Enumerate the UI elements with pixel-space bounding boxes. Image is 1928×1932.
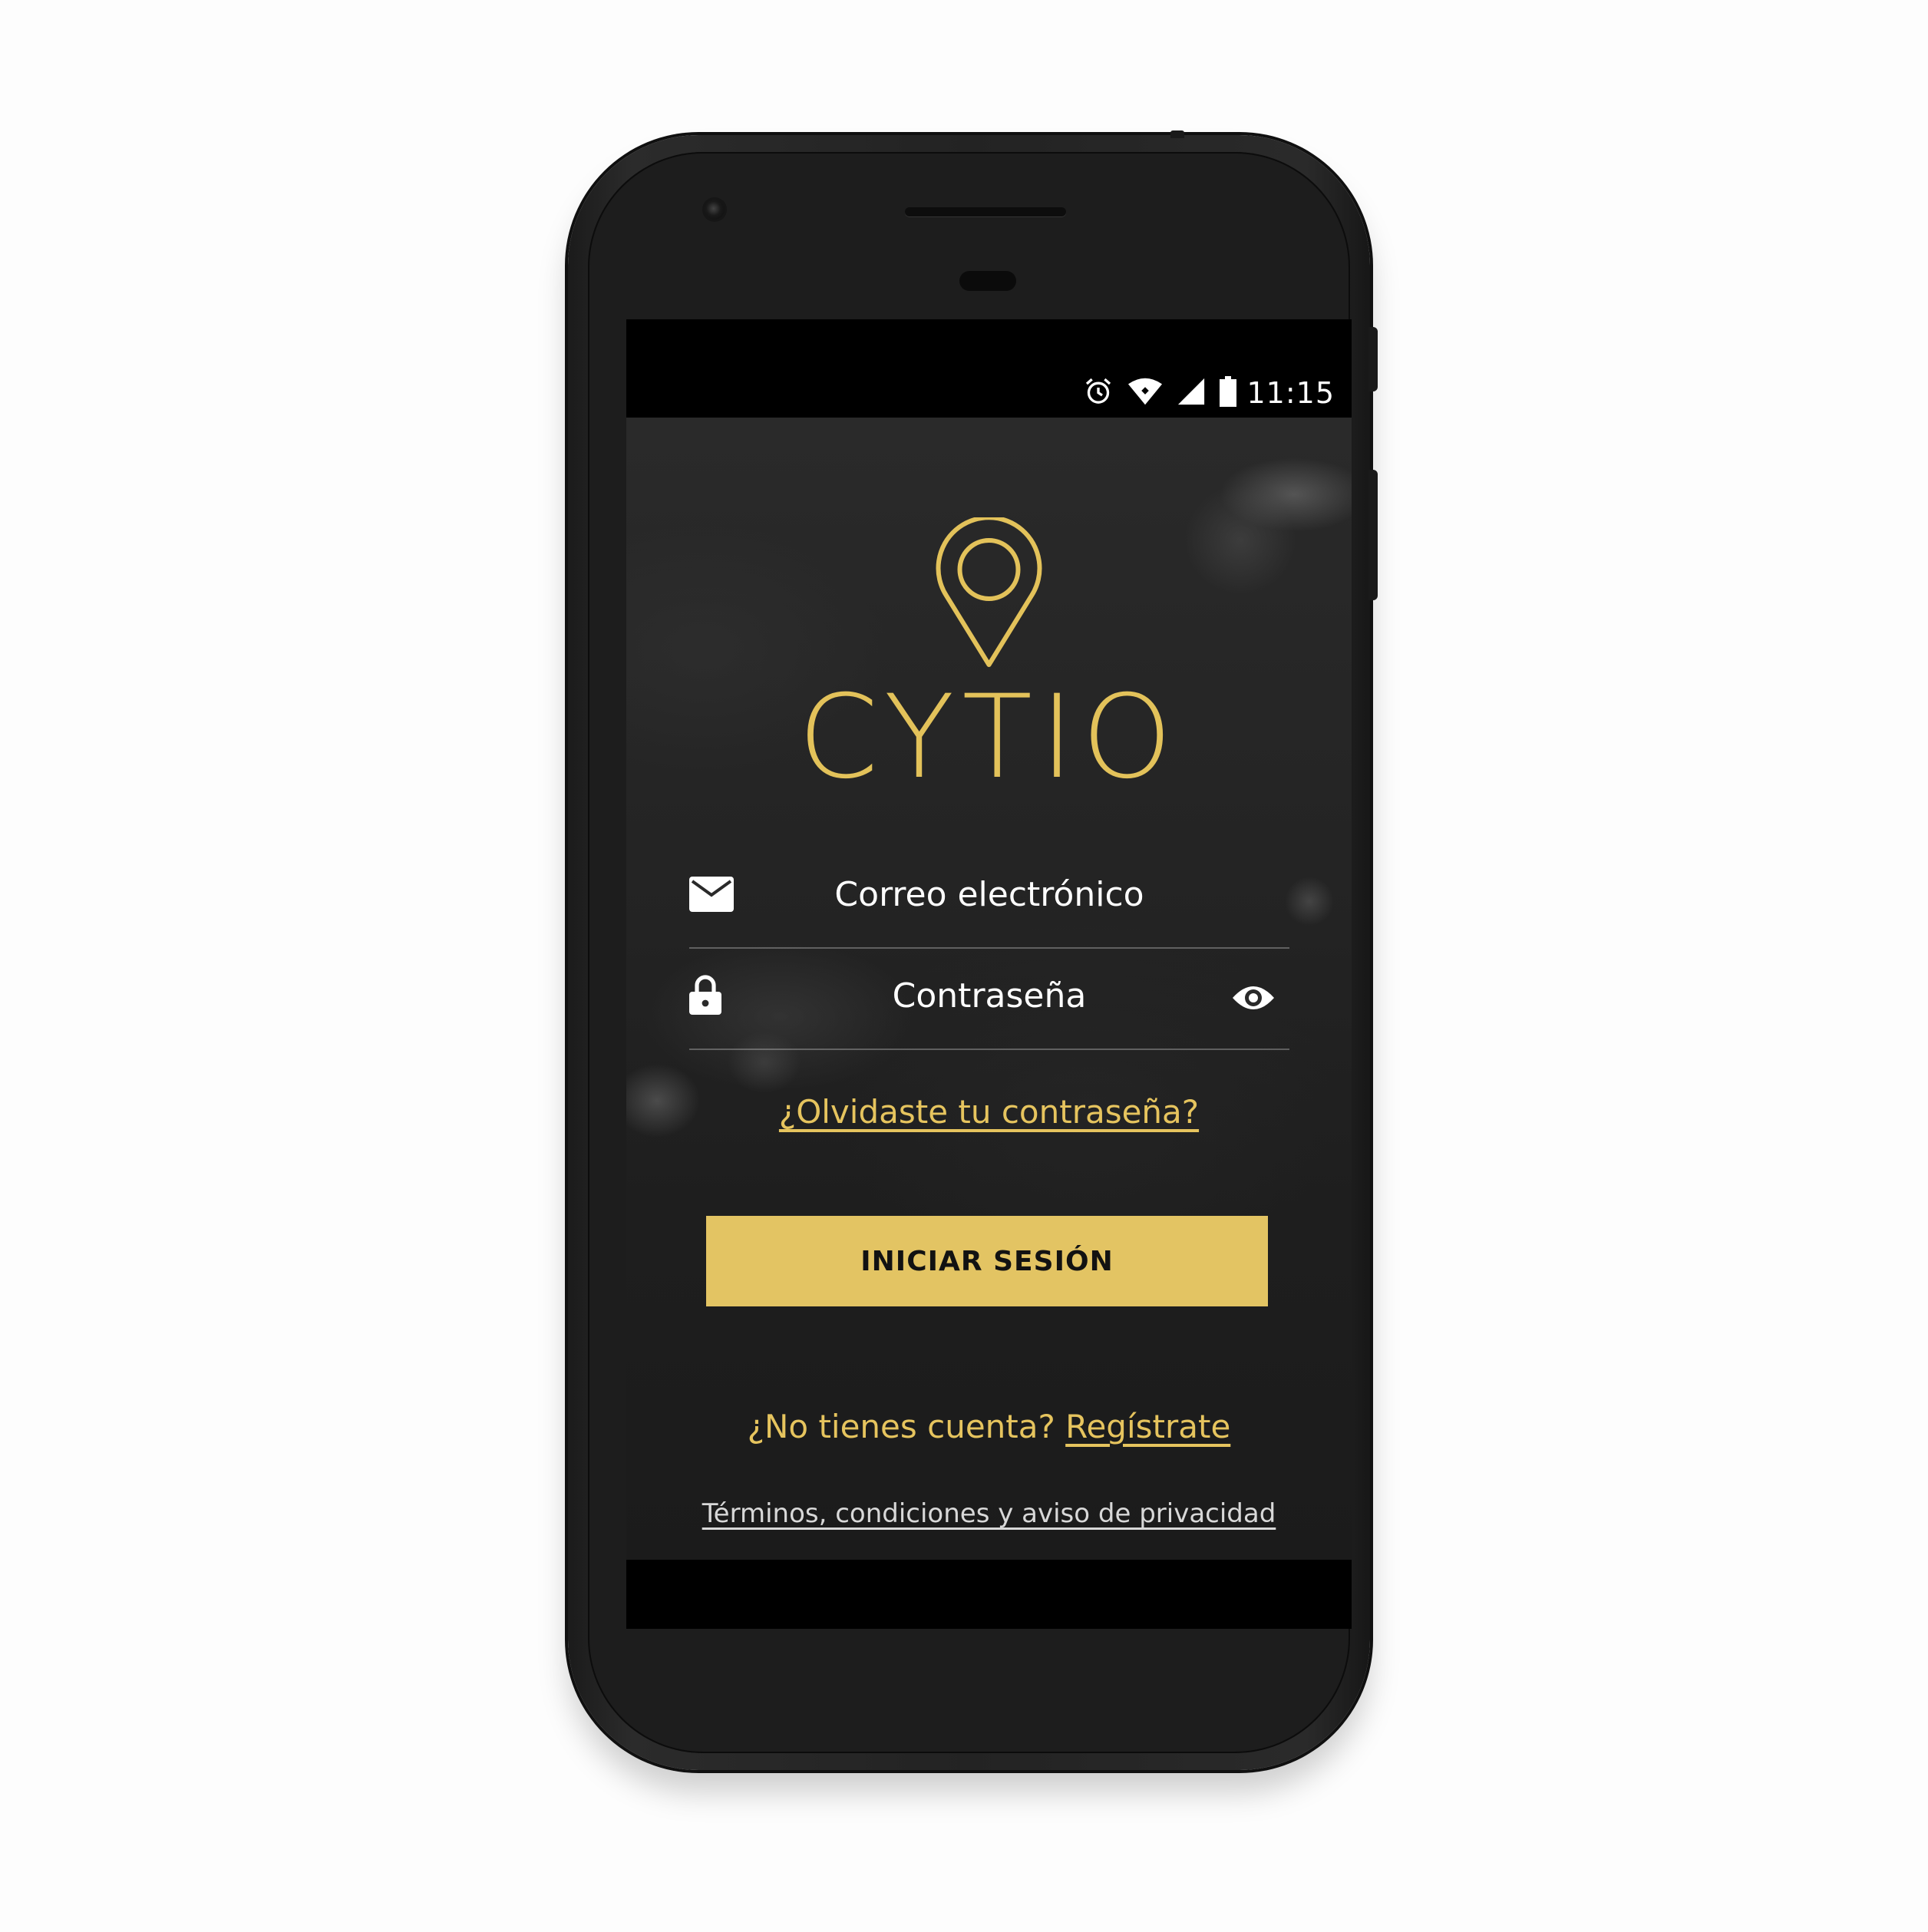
bottom-bar xyxy=(626,1560,1352,1629)
login-button[interactable]: INICIAR SESIÓN xyxy=(706,1216,1268,1306)
signal-icon xyxy=(1177,378,1205,405)
phone-power-button xyxy=(1368,327,1378,391)
wifi-icon xyxy=(1127,378,1163,405)
status-bar: 11:15 xyxy=(626,319,1352,418)
eye-icon[interactable] xyxy=(1231,983,1276,1013)
front-camera xyxy=(705,200,725,220)
phone-volume-button xyxy=(1368,470,1378,600)
proximity-sensor xyxy=(959,271,1016,291)
phone-top-button xyxy=(1170,130,1184,138)
email-field[interactable]: Correo electrónico xyxy=(689,846,1289,949)
forgot-password-link[interactable]: ¿Olvidaste tu contraseña? xyxy=(626,1093,1352,1131)
phone-frame: 11:15 CYTIO Correo electrónico Contraseñ… xyxy=(568,130,1378,1770)
phone-bezel: 11:15 CYTIO Correo electrónico Contraseñ… xyxy=(588,152,1352,1753)
signup-link[interactable]: Regístrate xyxy=(1065,1408,1230,1445)
password-input[interactable]: Contraseña xyxy=(689,976,1289,1016)
email-input[interactable]: Correo electrónico xyxy=(689,875,1289,914)
status-time: 11:15 xyxy=(1246,376,1335,410)
battery-icon xyxy=(1220,376,1236,407)
alarm-icon xyxy=(1085,378,1111,404)
terms-link[interactable]: Términos, condiciones y aviso de privaci… xyxy=(626,1498,1352,1529)
status-icons xyxy=(1083,376,1236,407)
location-pin-icon xyxy=(936,517,1042,667)
app-logo-text: CYTIO xyxy=(797,671,1180,804)
password-field[interactable]: Contraseña xyxy=(689,947,1289,1050)
earpiece-speaker xyxy=(905,207,1066,216)
login-screen: CYTIO Correo electrónico Contraseña ¿Olv… xyxy=(626,418,1352,1560)
signup-prompt: ¿No tienes cuenta? xyxy=(747,1408,1055,1445)
phone-screen: 11:15 CYTIO Correo electrónico Contraseñ… xyxy=(626,319,1352,1629)
signup-row: ¿No tienes cuenta? Regístrate xyxy=(626,1408,1352,1445)
